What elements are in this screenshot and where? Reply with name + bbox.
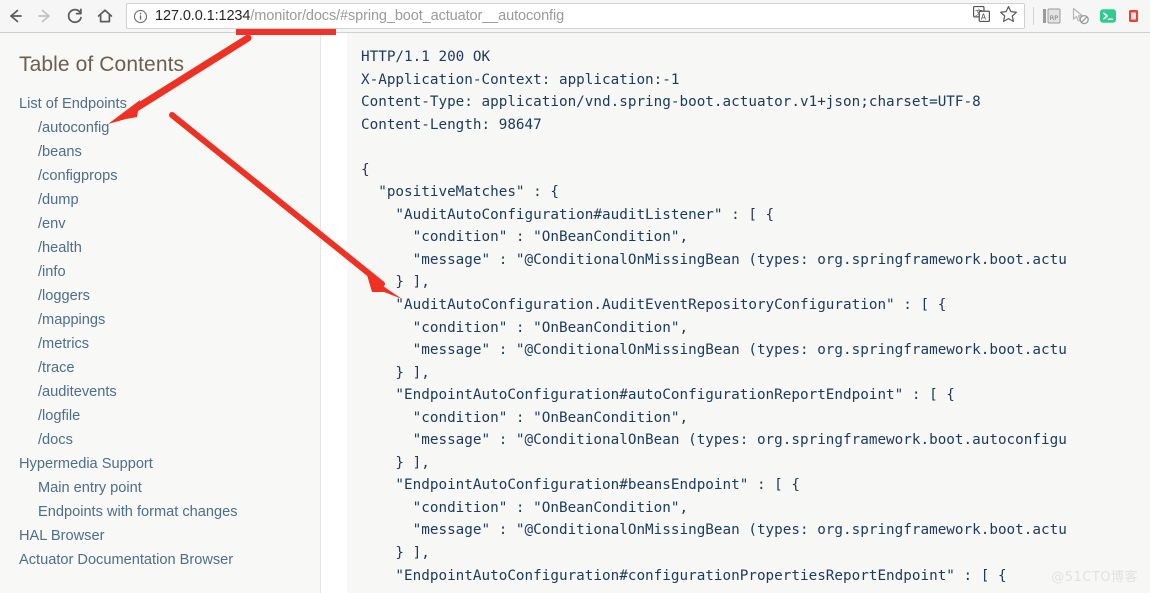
table-of-contents-sidebar: Table of Contents List of Endpoints/auto… [0, 33, 321, 593]
svg-text:RP: RP [1050, 14, 1059, 22]
toc-item[interactable]: Hypermedia Support [19, 452, 320, 476]
toc-item[interactable]: /logfile [19, 404, 320, 428]
toc-item[interactable]: /trace [19, 356, 320, 380]
reload-button[interactable] [60, 1, 90, 31]
url-highlight-annotation [236, 29, 336, 35]
url-text: 127.0.0.1:1234/monitor/docs/#spring_boot… [155, 8, 564, 24]
back-button[interactable] [0, 1, 30, 31]
red-extension-icon[interactable] [1122, 2, 1150, 30]
toc-item[interactable]: Endpoints with format changes [19, 500, 320, 524]
toc-item[interactable]: /mappings [19, 308, 320, 332]
omnibox-actions: 文 A [965, 5, 1018, 28]
toc-item[interactable]: List of Endpoints [19, 92, 320, 116]
forward-button[interactable] [30, 1, 60, 31]
toc-item[interactable]: Main entry point [19, 476, 320, 500]
toc-item[interactable]: /loggers [19, 284, 320, 308]
url-host: 127.0.0.1:1234 [155, 8, 251, 24]
toc-item[interactable]: /beans [19, 140, 320, 164]
toc-item[interactable]: /auditevents [19, 380, 320, 404]
toolbar-divider [1033, 7, 1034, 25]
page-body: Table of Contents List of Endpoints/auto… [0, 33, 1150, 593]
toc-item[interactable]: /autoconfig [19, 116, 320, 140]
address-bar[interactable]: 127.0.0.1:1234/monitor/docs/#spring_boot… [126, 3, 1025, 29]
home-button[interactable] [90, 1, 120, 31]
http-response-body: HTTP/1.1 200 OK X-Application-Context: a… [361, 49, 1067, 584]
extension-bar: RP [1038, 2, 1150, 30]
toc-item[interactable]: /configprops [19, 164, 320, 188]
toc-item[interactable]: /metrics [19, 332, 320, 356]
svg-text:A: A [981, 12, 987, 21]
url-path: /monitor/docs/#spring_boot_actuator__aut… [250, 8, 565, 24]
browser-toolbar: 127.0.0.1:1234/monitor/docs/#spring_boot… [0, 0, 1150, 33]
toc-item[interactable]: /dump [19, 188, 320, 212]
toc-item[interactable]: Actuator Documentation Browser [19, 548, 320, 572]
browser-window: 127.0.0.1:1234/monitor/docs/#spring_boot… [0, 0, 1150, 593]
toc-item[interactable]: /env [19, 212, 320, 236]
toc-list: List of Endpoints/autoconfig/beans/confi… [19, 92, 320, 572]
page-title: Table of Contents [19, 53, 185, 76]
toc-item[interactable]: /health [19, 236, 320, 260]
rp-extension-icon[interactable]: RP [1038, 2, 1066, 30]
translate-icon[interactable]: 文 A [972, 5, 991, 27]
watermark: @51CTO博客 [1051, 570, 1138, 585]
toc-item[interactable]: /info [19, 260, 320, 284]
response-content-pane: HTTP/1.1 200 OK X-Application-Context: a… [347, 33, 1150, 593]
toc-item[interactable]: HAL Browser [19, 524, 320, 548]
star-icon[interactable] [999, 5, 1018, 28]
toc-item[interactable]: /docs [19, 428, 320, 452]
info-circle-icon[interactable] [133, 9, 148, 24]
terminal-extension-icon[interactable] [1094, 2, 1122, 30]
cursor-block-extension-icon[interactable] [1066, 2, 1094, 30]
